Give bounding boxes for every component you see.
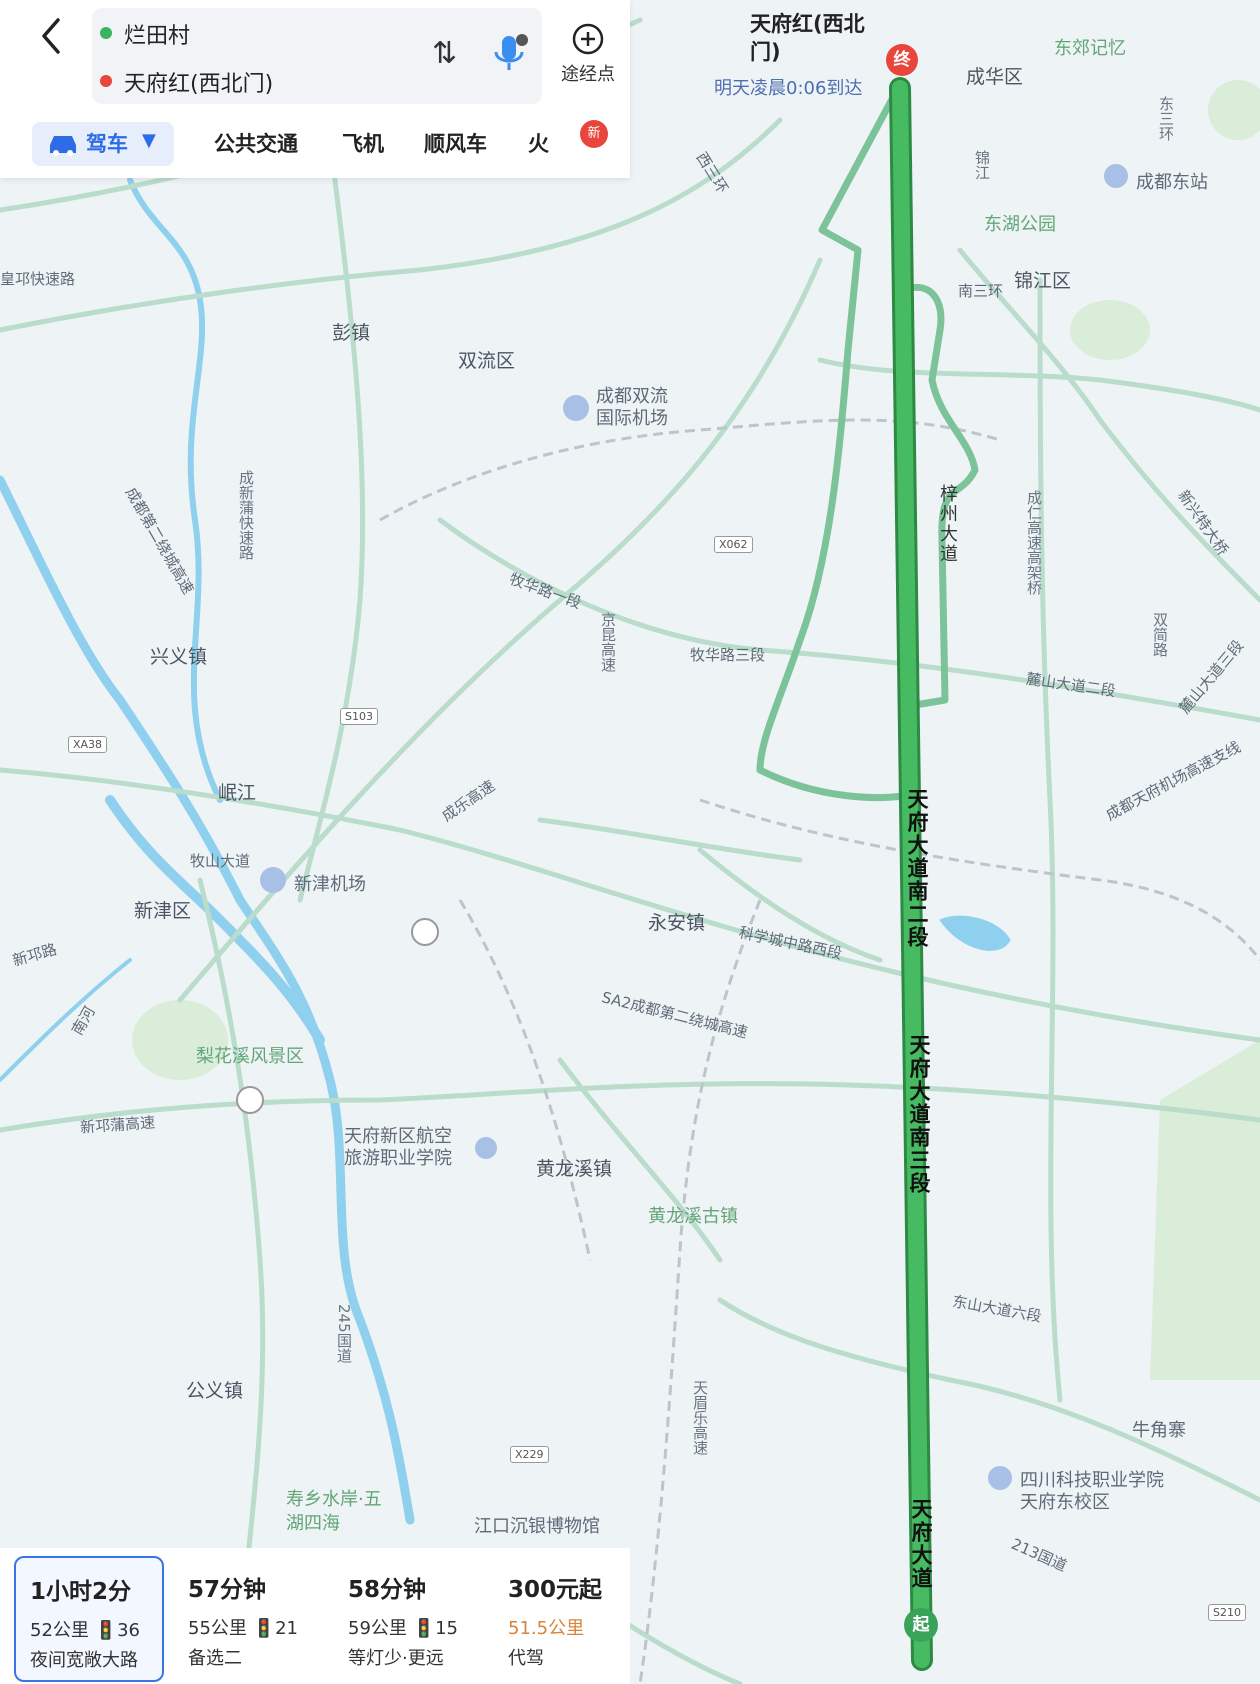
route-option-3[interactable]: 58分钟 59公里 🚦15 等灯少·更远 bbox=[334, 1556, 480, 1678]
road-label: 天眉乐高速 bbox=[691, 1380, 709, 1455]
swap-icon[interactable]: ⇅ bbox=[432, 36, 457, 71]
destination-map-label: 天府红(西北门) bbox=[750, 12, 865, 64]
poi-label: 黄龙溪古镇 bbox=[648, 1206, 738, 1227]
route-option-1[interactable]: 1小时2分 52公里 🚦36 夜间宽敞大路 bbox=[14, 1556, 164, 1682]
place-label: 成华区 bbox=[966, 66, 1024, 88]
road-label: 牧华路三段 bbox=[690, 646, 766, 664]
chevron-left-icon bbox=[42, 18, 60, 54]
traffic-light-icon: 🚦 bbox=[412, 1618, 436, 1639]
caret-down-icon: ▼ bbox=[142, 130, 156, 151]
arrival-time: 明天凌晨0:06到达 bbox=[714, 78, 863, 99]
add-waypoint-button[interactable]: 途经点 bbox=[556, 22, 620, 86]
poi-label: 梨花溪风景区 bbox=[196, 1046, 304, 1067]
destination-dot-icon bbox=[100, 75, 112, 87]
road-shield: S103 bbox=[340, 708, 378, 725]
poi-label: 成都东站 bbox=[1136, 172, 1208, 193]
road-shield: X229 bbox=[510, 1446, 549, 1463]
route-option-2[interactable]: 57分钟 55公里 🚦21 备选二 bbox=[174, 1556, 320, 1678]
poi-label: 天府新区航空旅游职业学院 bbox=[344, 1126, 452, 1169]
destination-text: 天府红(西北门) bbox=[124, 72, 274, 97]
road-label: 成新蒲快速路 bbox=[237, 470, 255, 560]
poi-label: 寿乡水岸·五湖四海 bbox=[286, 1489, 382, 1534]
road-label: 京昆高速 bbox=[599, 612, 617, 672]
route-distance: 55公里 🚦21 bbox=[188, 1618, 298, 1639]
route-distance: 52公里 🚦36 bbox=[30, 1620, 140, 1641]
road-label: 梓州大道 bbox=[937, 484, 958, 564]
road-label: 岷江 bbox=[218, 782, 257, 804]
via-label: 途经点 bbox=[561, 64, 615, 85]
traffic-light-icon: 🚦 bbox=[94, 1620, 118, 1641]
route-time: 1小时2分 bbox=[30, 1579, 132, 1605]
route-tag: 备选二 bbox=[188, 1648, 242, 1669]
place-label: 黄龙溪镇 bbox=[536, 1158, 613, 1180]
place-label: 锦江区 bbox=[1014, 270, 1072, 292]
road-label: 牧山大道 bbox=[190, 852, 251, 870]
route-tag: 代驾 bbox=[508, 1648, 544, 1669]
place-label: 双流区 bbox=[458, 350, 516, 372]
road-label: 皇邛快速路 bbox=[0, 270, 76, 288]
plus-circle-icon bbox=[572, 23, 604, 55]
road-label: 成仁高速高架桥 bbox=[1025, 490, 1043, 595]
voice-button[interactable] bbox=[488, 32, 532, 80]
tab-flight[interactable]: 飞机 bbox=[342, 128, 384, 158]
origin-text: 烂田村 bbox=[124, 24, 191, 49]
road-label: 东三环 bbox=[1157, 96, 1175, 141]
poi-label: 四川科技职业学院天府东校区 bbox=[1020, 1470, 1164, 1513]
road-label: 双简路 bbox=[1151, 612, 1169, 657]
road-label: 245国道 bbox=[335, 1304, 353, 1363]
route-road-label: 天府大道南三段 bbox=[907, 1034, 931, 1195]
road-label: 南三环 bbox=[958, 282, 1004, 300]
back-button[interactable] bbox=[34, 14, 70, 58]
road-shield: S210 bbox=[1208, 1604, 1246, 1621]
route-distance: 59公里 🚦15 bbox=[348, 1618, 458, 1639]
destination-field[interactable]: 天府红(西北门) bbox=[100, 66, 274, 98]
poi-label: 东郊记忆 bbox=[1054, 38, 1126, 59]
route-time: 57分钟 bbox=[188, 1577, 267, 1603]
place-label: 永安镇 bbox=[648, 912, 706, 934]
car-icon bbox=[50, 136, 76, 156]
end-marker[interactable]: 终 bbox=[886, 44, 918, 76]
place-label: 新津区 bbox=[134, 900, 192, 922]
poi-label: 成都双流国际机场 bbox=[596, 386, 668, 429]
map-canvas[interactable] bbox=[0, 0, 1260, 1684]
poi-label: 东湖公园 bbox=[984, 214, 1056, 235]
tab-drive[interactable]: 驾车 ▼ bbox=[32, 122, 174, 166]
route-tag: 夜间宽敞大路 bbox=[30, 1650, 138, 1671]
microphone-icon bbox=[494, 34, 528, 70]
road-shield: XA38 bbox=[68, 736, 108, 753]
place-label: 兴义镇 bbox=[150, 646, 208, 668]
route-road-label: 天府大道 bbox=[909, 1498, 933, 1590]
route-option-chauffeur[interactable]: 300元起 51.5公里 代驾 bbox=[494, 1556, 624, 1678]
place-label: 彭镇 bbox=[332, 322, 371, 344]
route-distance: 51.5公里 bbox=[508, 1618, 585, 1639]
tab-public-transit[interactable]: 公共交通 bbox=[214, 128, 298, 158]
route-options-panel: 1小时2分 52公里 🚦36 夜间宽敞大路 57分钟 55公里 🚦21 备选二 … bbox=[0, 1548, 630, 1684]
new-badge[interactable]: 新 bbox=[580, 120, 608, 148]
tab-label: 驾车 bbox=[86, 132, 128, 156]
route-road-label: 天府大道南二段 bbox=[905, 788, 929, 949]
poi-label: 江口沉银博物馆 bbox=[474, 1516, 600, 1537]
route-search-panel: 烂田村 天府红(西北门) ⇅ 途经点 驾车 ▼ 公共交通 飞机 顺风车 火 新 bbox=[0, 0, 630, 178]
road-shield: X062 bbox=[714, 536, 753, 553]
location-inputs: 烂田村 天府红(西北门) bbox=[92, 8, 542, 104]
road-label: 锦江 bbox=[973, 150, 991, 180]
poi-label: 新津机场 bbox=[294, 874, 366, 895]
traffic-light-icon: 🚦 bbox=[252, 1618, 276, 1639]
route-tag: 等灯少·更远 bbox=[348, 1648, 444, 1669]
place-label: 公义镇 bbox=[186, 1380, 244, 1402]
tab-train[interactable]: 火 bbox=[528, 128, 549, 158]
start-marker[interactable]: 起 bbox=[904, 1608, 938, 1642]
origin-dot-icon bbox=[100, 27, 112, 39]
origin-field[interactable]: 烂田村 bbox=[100, 18, 191, 50]
place-label: 牛角寨 bbox=[1132, 1420, 1186, 1441]
route-time: 58分钟 bbox=[348, 1577, 427, 1603]
route-price: 300元起 bbox=[508, 1577, 603, 1603]
tab-rideshare[interactable]: 顺风车 bbox=[424, 128, 487, 158]
